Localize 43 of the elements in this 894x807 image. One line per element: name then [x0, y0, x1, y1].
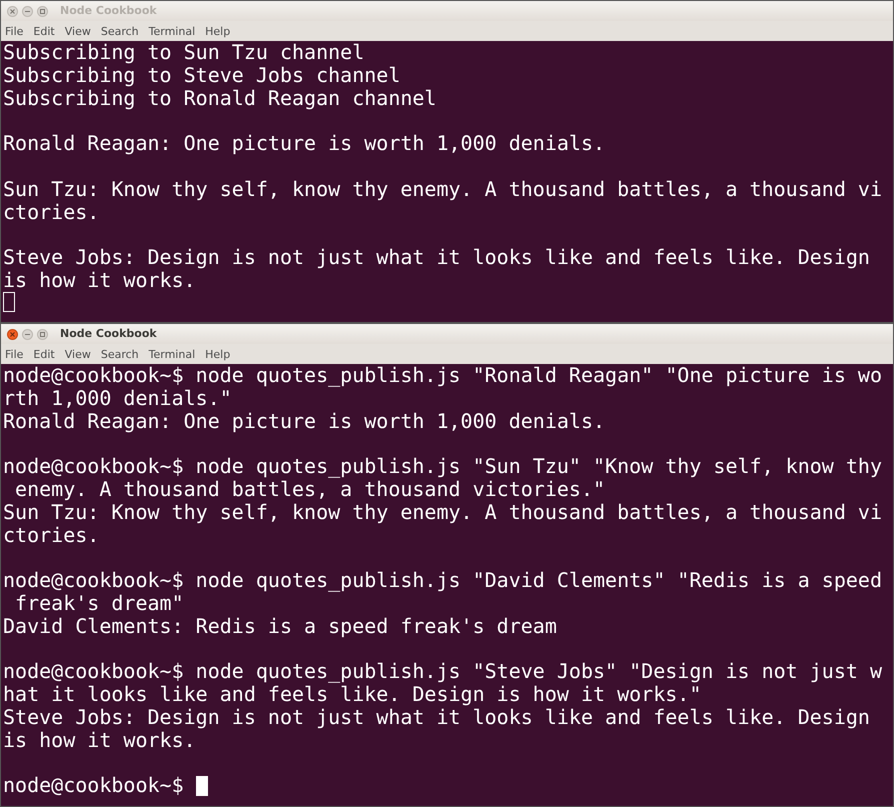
menu-item[interactable]: Help [205, 348, 230, 360]
terminal-line: David Clements: Redis is a speed freak's dream [3, 614, 557, 638]
terminal-line: Steve Jobs: Design is not just what it looks like and feels like. Design [3, 246, 870, 269]
window-title: Node Cookbook [60, 326, 157, 342]
minimize-icon[interactable] [22, 6, 33, 16]
window-title: Node Cookbook [60, 2, 157, 19]
close-icon[interactable] [7, 328, 18, 340]
terminal-line: node@cookbook~$ node quotes_publish.js "Ronald Reagan" "One picture is wo [3, 364, 882, 387]
terminal-line: Subscribing to Steve Jobs channel [3, 64, 400, 87]
terminal-line: ctories. [3, 524, 100, 546]
menu-item[interactable]: View [64, 26, 91, 36]
terminal-line: Subscribing to Ronald Reagan channel [3, 86, 436, 110]
terminal-line: node@cookbook~$ node quotes_publish.js "David Clements" "Redis is a speed [3, 569, 882, 592]
terminal-line: enemy. A thousand battles, a thousand victories." [14, 478, 606, 501]
terminal-line: node@cookbook~$ node quotes_publish.js "Steve Jobs" "Design is not just w [3, 660, 882, 684]
maximize-icon[interactable] [37, 6, 48, 16]
menu-item[interactable]: Help [205, 26, 230, 36]
menu-item[interactable]: Search [100, 348, 139, 360]
menu-item[interactable]: View [64, 348, 91, 360]
terminal-line: Steve Jobs: Design is not just what it looks like and feels like. Design [3, 706, 870, 729]
terminal-line: node@cookbook~$ node quotes_publish.js "Sun Tzu" "Know thy self, know thy [3, 455, 882, 478]
terminal-line: hat it looks like and feels like. Design is how it works." [3, 683, 702, 706]
menu-item[interactable]: File [5, 26, 24, 36]
terminal-line: Sun Tzu: Know thy self, know thy enemy. A thousand battles, a thousand vi [3, 500, 882, 524]
menu-item[interactable]: Search [100, 26, 139, 36]
terminal-line: Sun Tzu: Know thy self, know thy enemy. A thousand battles, a thousand vi [3, 178, 882, 201]
terminal-line: ctories. [3, 200, 100, 224]
terminal-line: Ronald Reagan: One picture is worth 1,000 denials. [3, 132, 606, 155]
terminal-line: is how it works. [3, 268, 196, 292]
maximize-icon[interactable] [37, 328, 48, 340]
menu-item[interactable]: Edit [33, 348, 55, 360]
terminal-line: node@cookbook~$ [3, 774, 185, 798]
terminal-line: is how it works. [3, 728, 196, 752]
menu-item[interactable]: File [5, 348, 24, 360]
menu-item[interactable]: Terminal [148, 26, 196, 36]
terminal-line: freak's dream" [14, 592, 184, 615]
terminal-line: rth 1,000 denials." [3, 386, 232, 410]
menu-item[interactable]: Edit [33, 26, 55, 36]
terminal-line: Subscribing to Sun Tzu channel [3, 41, 364, 64]
close-icon[interactable] [7, 6, 18, 16]
menu-item[interactable]: Terminal [148, 348, 196, 360]
terminal-line: Ronald Reagan: One picture is worth 1,000 denials. [3, 410, 606, 432]
minimize-icon[interactable] [22, 328, 33, 340]
